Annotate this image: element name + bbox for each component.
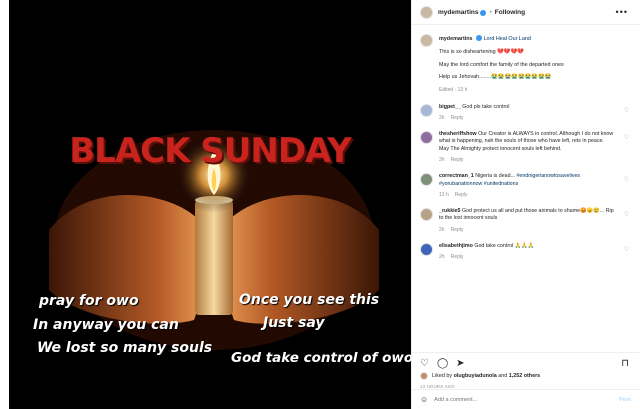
comment-time: 2h: [439, 114, 445, 121]
save-bookmark-icon[interactable]: ⊓: [621, 358, 629, 369]
comments-list[interactable]: mydemartins Lord Heal Our Land This is s…: [412, 26, 640, 356]
comment-like-heart-icon[interactable]: ♡: [624, 107, 629, 114]
liker-avatar[interactable]: [420, 372, 428, 380]
add-comment-bar: ☺ Post: [412, 389, 640, 409]
post-comment-button[interactable]: Post: [619, 397, 631, 403]
commenter-username[interactable]: thesheriffshow: [439, 131, 477, 137]
post-header: mydemartins • Following •••: [412, 0, 640, 25]
caption-line-1: This is so disheartening 💔💔💔💔: [439, 48, 524, 55]
comment-text: God protect us all and put those animals…: [439, 208, 614, 222]
comment-like-heart-icon[interactable]: ♡: [624, 176, 629, 183]
comment-text: God take control 🙏🙏🙏: [474, 242, 535, 249]
share-icon[interactable]: ➤: [456, 358, 464, 369]
comment-time: 2h: [439, 254, 445, 261]
commenter-avatar[interactable]: [420, 103, 433, 117]
commenter-avatar[interactable]: [420, 130, 433, 144]
reply-button[interactable]: Reply: [455, 192, 468, 198]
comment-time: 2h: [439, 226, 445, 233]
left-gutter: [0, 0, 9, 409]
verified-badge-icon: [480, 10, 487, 16]
separator-dot: •: [489, 8, 492, 16]
author-username[interactable]: mydemartins: [438, 9, 478, 16]
commenter-username[interactable]: correctman_1: [439, 173, 474, 179]
likes-count[interactable]: 1,252 others: [509, 373, 540, 379]
reply-button[interactable]: Reply: [451, 227, 464, 233]
comment-like-heart-icon[interactable]: ♡: [624, 211, 629, 218]
caption-author-avatar[interactable]: [420, 34, 433, 47]
post-sidebar: mydemartins • Following ••• mydemartins …: [411, 0, 640, 409]
image-text-left-1: pray for owo: [39, 293, 139, 309]
comment-input[interactable]: [434, 396, 595, 403]
caption-location[interactable]: Lord Heal Our Land: [484, 36, 531, 42]
action-bar: ♡ ◯ ➤ ⊓: [420, 357, 633, 369]
reply-button[interactable]: Reply: [451, 115, 464, 121]
comment-item: bigpet__ God pls take control 2h Reply ♡: [420, 103, 640, 122]
comment-item: correctman_1 Nigeria is dead... #endnige…: [420, 173, 640, 199]
more-options-icon[interactable]: •••: [616, 7, 628, 17]
image-text-left-2: In anyway you can: [33, 317, 179, 333]
comment-like-heart-icon[interactable]: ♡: [624, 246, 629, 253]
likes-and: and: [498, 373, 508, 379]
following-button[interactable]: Following: [495, 9, 525, 16]
reply-button[interactable]: Reply: [451, 157, 464, 163]
comment-time: 13 h: [439, 192, 449, 198]
image-text-right-2: Just say: [263, 315, 325, 331]
comment-item: thesheriffshow Our Creator is ALWAYS in …: [420, 130, 640, 164]
commenter-avatar[interactable]: [420, 208, 433, 221]
comment-item: elisabethjimo God take control 🙏🙏🙏 2h Rep…: [420, 242, 640, 261]
commenter-username[interactable]: elisabethjimo: [439, 243, 473, 249]
caption-verified-badge-icon: [476, 35, 483, 41]
commenter-avatar[interactable]: [420, 242, 433, 256]
caption-author-username[interactable]: mydemartins: [439, 36, 473, 42]
emoji-smile-icon[interactable]: ☺: [420, 395, 428, 404]
commenter-username[interactable]: _rukkie5: [439, 208, 461, 214]
likes-summary: Liked by olugbuyiadunola and 1,252 other…: [420, 372, 633, 380]
likes-prefix: Liked by: [432, 373, 453, 379]
author-avatar[interactable]: [420, 5, 433, 19]
liker-username[interactable]: olugbuyiadunola: [454, 373, 497, 379]
post-caption: mydemartins Lord Heal Our Land This is s…: [420, 26, 640, 95]
comment-icon[interactable]: ◯: [437, 358, 448, 369]
post-footer: ♡ ◯ ➤ ⊓ Liked by olugbuyiadunola and 1,2…: [412, 352, 640, 389]
image-headline: BLACK SUNDAY: [69, 131, 351, 171]
like-heart-icon[interactable]: ♡: [420, 358, 429, 369]
comment-like-heart-icon[interactable]: ♡: [624, 134, 629, 141]
comment-time: 2h: [439, 157, 445, 164]
comment-item: _rukkie5 God protect us all and put thos…: [420, 208, 640, 234]
commenter-username[interactable]: bigpet__: [439, 104, 461, 110]
post-image[interactable]: BLACK SUNDAY pray for owo In anyway you …: [9, 0, 411, 409]
image-text-bottom: God take control of owo: [231, 350, 411, 366]
image-text-right-1: Once you see this: [239, 292, 380, 308]
commenter-avatar[interactable]: [420, 173, 433, 187]
caption-line-3: Help us Jehovah........😭😭😭😭😭😭😭😭😭: [439, 74, 552, 81]
comment-text: God pls take control: [462, 103, 510, 110]
caption-meta: Edited · 13 h: [439, 87, 468, 94]
comment-text: Nigeria is dead...: [475, 173, 515, 180]
caption-line-2: May the lord comfort the family of the d…: [439, 61, 564, 68]
reply-button[interactable]: Reply: [451, 254, 464, 260]
image-text-left-3: We lost so many souls: [37, 340, 213, 356]
